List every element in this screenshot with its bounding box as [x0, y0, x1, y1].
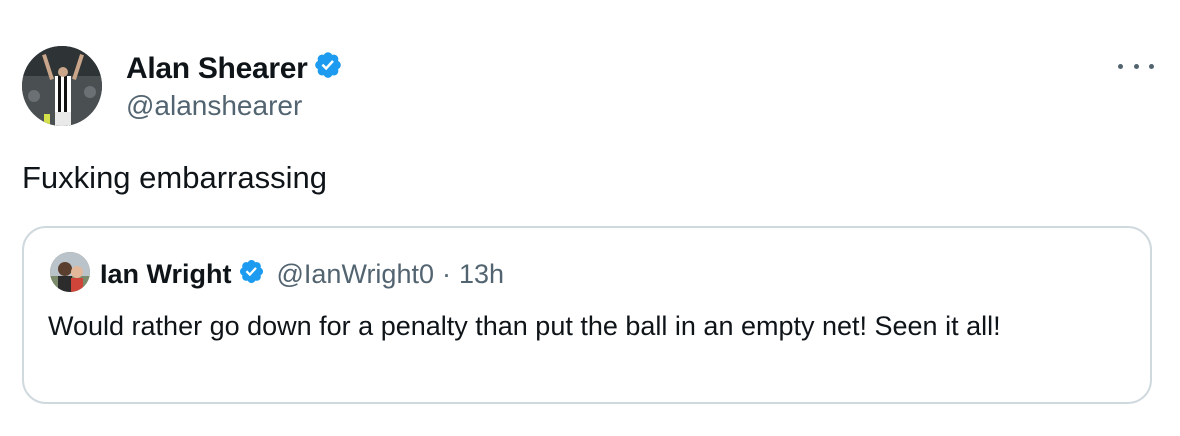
author-name-text[interactable]: Alan Shearer	[126, 52, 308, 86]
quoted-author-handle[interactable]: @IanWright0	[277, 259, 434, 290]
quoted-timestamp[interactable]: 13h	[459, 259, 504, 290]
quoted-author-avatar[interactable]	[50, 252, 90, 292]
author-handle[interactable]: @alanshearer	[126, 90, 302, 122]
more-dot	[1133, 63, 1139, 69]
author-avatar[interactable]	[22, 46, 102, 126]
quoted-author-name[interactable]: Ian Wright	[100, 259, 232, 290]
more-dot	[1118, 63, 1123, 69]
more-dot	[1149, 63, 1154, 69]
quoted-tweet-text: Would rather go down for a penalty than …	[48, 311, 1001, 341]
quoted-tweet[interactable]: Ian Wright @IanWright0 · 13h Would rathe…	[22, 226, 1152, 404]
author-name[interactable]: Alan Shearer	[126, 50, 343, 88]
verified-badge-icon	[238, 258, 265, 290]
more-options-icon[interactable]	[1118, 56, 1154, 76]
header-separator: ·	[441, 258, 451, 289]
verified-badge-icon	[313, 50, 343, 88]
quoted-header: Ian Wright @IanWright0 · 13h	[100, 258, 504, 290]
tweet-text: Fuxking embarrassing	[22, 160, 327, 195]
